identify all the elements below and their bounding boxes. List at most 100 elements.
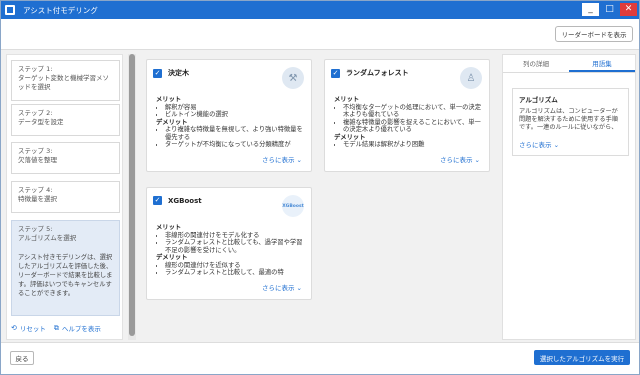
decision-tree-checkbox[interactable]: ✓ — [153, 68, 162, 78]
step-2[interactable]: ステップ 2: データ型を設定 — [11, 104, 120, 136]
step-2-text: データ型を設定 — [18, 118, 64, 126]
step-5-label: ステップ 5: — [18, 225, 53, 233]
reset-link[interactable]: ⟲ リセット — [11, 323, 46, 333]
external-link-icon: ⧉ — [53, 323, 59, 332]
step-2-label: ステップ 2: — [18, 109, 53, 117]
demerits-list: モデル結果は解釈がより困難 — [343, 141, 483, 149]
window-title: アシスト付モデリング — [23, 5, 98, 15]
run-selected-algorithms-button[interactable]: 選択したアルゴリズムを実行 — [534, 350, 630, 365]
window-controls: _ □ ✕ — [582, 3, 637, 16]
step-4[interactable]: ステップ 4: 特徴量を選択 — [11, 181, 120, 213]
show-leaderboard-button[interactable]: リーダーボードを表示 — [555, 26, 633, 42]
footer: 戻る 選択したアルゴリズムを実行 — [1, 342, 639, 374]
show-more-link[interactable]: さらに表示 ⌄ — [440, 154, 480, 164]
side-panel: 列の詳細 用語集 アルゴリズム アルゴリズムは、コンピューターが問題を解決するた… — [502, 54, 636, 340]
glossary-show-more-link[interactable]: さらに表示 ⌄ — [519, 139, 559, 149]
algorithm-card-random-forest: ✓ ランダムフォレスト ♙ メリット 不均衡なターゲットの処理において、単一の決… — [324, 59, 490, 172]
back-button[interactable]: 戻る — [10, 351, 34, 365]
xgboost-logo-text: XGBoost — [282, 203, 304, 209]
step-panel-scrollbar[interactable] — [128, 54, 136, 340]
title-bar: アシスト付モデリング _ □ ✕ — [1, 1, 639, 19]
glossary-card: アルゴリズム アルゴリズムは、コンピューターが問題を解決するために使用する手順で… — [512, 88, 629, 156]
step-3[interactable]: ステップ 3: 欠落値を整理 — [11, 142, 120, 174]
merits-list: 不均衡なターゲットの処理において、単一の決定木よりも優れている 複雑な特徴量の影… — [343, 104, 483, 134]
merits-title: メリット — [156, 224, 182, 231]
step-3-text: 欠落値を整理 — [18, 156, 57, 164]
step-1-text: ターゲット変数と機械学習メソッドを選択 — [18, 74, 109, 91]
reset-label: リセット — [19, 325, 46, 333]
merits-title: メリット — [334, 96, 360, 103]
chevron-down-icon: ⌄ — [474, 156, 480, 164]
demerit-item: 線形の関連付けを近似する — [165, 262, 305, 270]
merits-list: 解釈が容易 ビルトイン機能の選択 — [165, 104, 305, 119]
minimize-button[interactable]: _ — [582, 3, 599, 16]
refresh-icon: ⟲ — [11, 324, 17, 332]
maximize-button[interactable]: □ — [601, 3, 618, 16]
step-4-label: ステップ 4: — [18, 186, 53, 194]
show-more-label: さらに表示 — [439, 156, 473, 164]
merit-item: 非線形の関連付けをモデル化する — [165, 232, 305, 240]
chevron-down-icon: ⌄ — [296, 156, 302, 164]
card-body: メリット 不均衡なターゲットの処理において、単一の決定木よりも優れている 複雑な… — [334, 96, 483, 162]
demerits-list: より複雑な特徴量を無視して、より強い特徴量を優先する ターゲットが不均衡になって… — [165, 126, 305, 149]
card-header: ✓ XGBoost — [153, 196, 202, 205]
scrollbar-thumb[interactable] — [129, 54, 135, 336]
demerits-title: デメリット — [156, 118, 188, 126]
step-5-description: アシスト付きモデリングは、選択したアルゴリズムを評価した後、リーダーボードで結果… — [18, 254, 113, 297]
card-title: 決定木 — [168, 69, 189, 77]
tab-column-details[interactable]: 列の詳細 — [503, 55, 569, 72]
merit-item: 不均衡なターゲットの処理において、単一の決定木よりも優れている — [343, 104, 483, 119]
card-title: XGBoost — [168, 196, 202, 205]
close-button[interactable]: ✕ — [620, 3, 637, 16]
show-more-link[interactable]: さらに表示 ⌄ — [262, 282, 302, 292]
algorithm-card-xgboost: ✓ XGBoost XGBoost メリット 非線形の関連付けをモデル化する ラ… — [146, 187, 312, 300]
merits-list: 非線形の関連付けをモデル化する ランダムフォレストと比較しても、過学習や学習不足… — [165, 232, 305, 255]
assisted-modeling-window: アシスト付モデリング _ □ ✕ リーダーボードを表示 ステップ 1: ターゲッ… — [0, 0, 640, 375]
card-body: メリット 非線形の関連付けをモデル化する ランダムフォレストと比較しても、過学習… — [156, 224, 305, 290]
merit-item: 解釈が容易 — [165, 104, 305, 112]
show-more-label: さらに表示 — [261, 284, 295, 292]
merit-item: 複雑な特徴量の影響を捉えることにおいて、単一の決定木より優れている — [343, 119, 483, 134]
demerits-list: 線形の関連付けを近似する ランダムフォレストと比較して、最適の特 — [165, 262, 305, 277]
app-icon — [5, 5, 15, 15]
card-title: ランダムフォレスト — [346, 69, 409, 77]
merit-item: ビルトイン機能の選択 — [165, 111, 305, 119]
step-5[interactable]: ステップ 5: アルゴリズムを選択 アシスト付きモデリングは、選択したアルゴリズ… — [11, 220, 120, 316]
show-more-link[interactable]: さらに表示 ⌄ — [262, 154, 302, 164]
merits-title: メリット — [156, 96, 182, 103]
demerits-title: デメリット — [334, 133, 366, 141]
help-link[interactable]: ⧉ ヘルプを表示 — [53, 323, 101, 334]
xgboost-logo-icon: XGBoost — [282, 195, 304, 217]
step-panel: ステップ 1: ターゲット変数と機械学習メソッドを選択 ステップ 2: データ型… — [6, 54, 123, 340]
demerits-title: デメリット — [156, 254, 188, 261]
show-more-label: さらに表示 — [519, 141, 552, 149]
card-header: ✓ ランダムフォレスト — [331, 68, 409, 78]
demerit-item: ターゲットが不均衡になっている分類精度が — [165, 141, 305, 149]
random-forest-checkbox[interactable]: ✓ — [331, 68, 340, 78]
step-3-label: ステップ 3: — [18, 147, 53, 155]
step-1[interactable]: ステップ 1: ターゲット変数と機械学習メソッドを選択 — [11, 60, 120, 101]
glossary-text: アルゴリズムは、コンピューターが問題を解決するために使用する手順です。一連のルー… — [519, 108, 618, 131]
random-forest-icon: ♙ — [460, 67, 482, 89]
main-area: ステップ 1: ターゲット変数と機械学習メソッドを選択 ステップ 2: データ型… — [1, 49, 639, 342]
show-more-label: さらに表示 — [261, 156, 295, 164]
step-4-text: 特徴量を選択 — [18, 195, 57, 203]
step-links: ⟲ リセット ⧉ ヘルプを表示 — [11, 323, 101, 334]
help-label: ヘルプを表示 — [61, 325, 101, 333]
chevron-down-icon: ⌄ — [296, 284, 302, 292]
demerit-item: ランダムフォレストと比較して、最適の特 — [165, 269, 305, 277]
xgboost-checkbox[interactable]: ✓ — [153, 196, 162, 205]
tab-glossary[interactable]: 用語集 — [569, 55, 635, 72]
step-5-text: アルゴリズムを選択 — [18, 234, 77, 242]
demerit-item: より複雑な特徴量を無視して、より強い特徴量を優先する — [165, 126, 305, 141]
merit-item: ランダムフォレストと比較しても、過学習や学習不足の影響を受けにくい。 — [165, 239, 305, 254]
card-body: メリット 解釈が容易 ビルトイン機能の選択 デメリット より複雑な特徴量を無視し… — [156, 96, 305, 162]
step-1-label: ステップ 1: — [18, 65, 53, 73]
decision-tree-icon: ⚒ — [282, 67, 304, 89]
chevron-down-icon: ⌄ — [553, 141, 560, 149]
algorithm-card-decision-tree: ✓ 決定木 ⚒ メリット 解釈が容易 ビルトイン機能の選択 デメリット より複雑… — [146, 59, 312, 172]
card-header: ✓ 決定木 — [153, 68, 189, 78]
glossary-title: アルゴリズム — [519, 96, 558, 104]
side-panel-tabs: 列の詳細 用語集 — [503, 55, 635, 73]
demerit-item: モデル結果は解釈がより困難 — [343, 141, 483, 149]
